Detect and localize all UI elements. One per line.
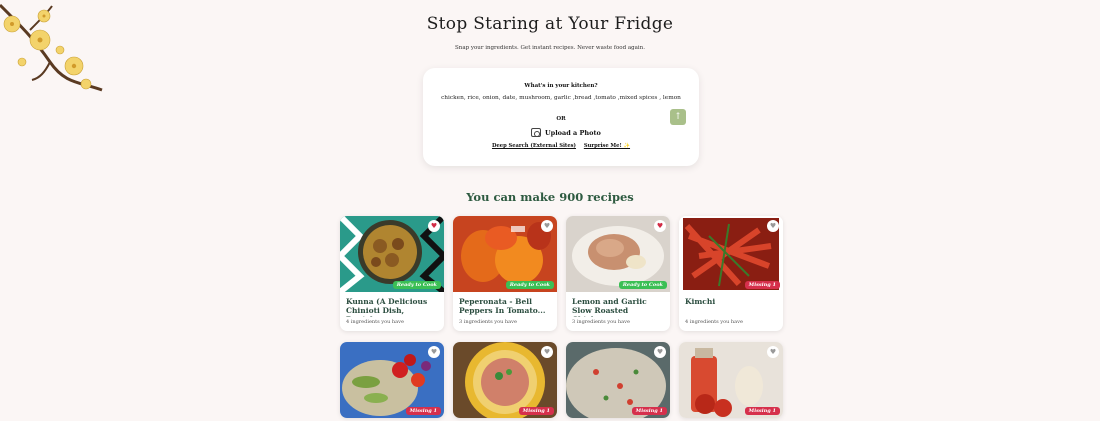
ingredients-have-count: 4 ingredients you have <box>346 319 404 325</box>
favorite-heart-icon[interactable]: ♥ <box>428 220 440 232</box>
recipe-title: Kimchi <box>685 297 716 306</box>
upload-photo-button[interactable]: Upload a Photo <box>531 128 601 137</box>
recipe-card[interactable]: ♥ Missing 1 <box>453 342 557 418</box>
recipe-count-title: You can make 900 recipes <box>466 190 634 204</box>
page-title: Stop Staring at Your Fridge <box>426 14 674 34</box>
or-divider: OR <box>556 116 566 122</box>
page-subtitle: Snap your ingredients. Get instant recip… <box>455 45 645 51</box>
favorite-heart-icon[interactable]: ♥ <box>767 220 779 232</box>
favorite-heart-icon[interactable]: ♥ <box>654 346 666 358</box>
search-links: Deep Search (External Sites) Surprise Me… <box>423 143 699 149</box>
recipe-card[interactable]: ♥ Ready to Cook Lemon and Garlic Slow Ro… <box>566 216 670 331</box>
status-badge: Missing 1 <box>744 281 780 289</box>
kitchen-label: What's in your kitchen? <box>524 83 598 89</box>
recipe-card[interactable]: ♥ Missing 1 <box>679 342 783 418</box>
favorite-heart-icon[interactable]: ♥ <box>541 220 553 232</box>
recipe-image: ♥ Ready to Cook <box>340 216 444 295</box>
recipe-card[interactable]: ♥ Missing 1 Kimchi 4 ingredients you hav… <box>679 216 783 331</box>
recipe-image: ♥ Ready to Cook <box>566 216 670 292</box>
favorite-heart-icon[interactable]: ♥ <box>654 220 666 232</box>
status-badge: Ready to Cook <box>505 281 554 289</box>
camera-icon <box>531 128 541 137</box>
recipe-card[interactable]: ♥ Ready to Cook Kunna (A Delicious Chini… <box>340 216 444 331</box>
recipe-card[interactable]: ♥ Missing 1 <box>340 342 444 418</box>
page-header: Stop Staring at Your Fridge Snap your in… <box>0 14 1100 51</box>
status-badge: Missing 1 <box>631 407 667 415</box>
ingredient-input-panel: What's in your kitchen? chicken, rice, o… <box>423 68 699 166</box>
status-badge: Ready to Cook <box>618 281 667 289</box>
recipe-image: ♥ Missing 1 <box>679 216 783 292</box>
ingredients-have-count: 3 ingredients you have <box>572 319 630 325</box>
recipe-title: Peperonata - Bell Peppers In Tomato... <box>459 297 546 315</box>
ingredients-input[interactable]: chicken, rice, onion, date, mushroom, ga… <box>431 95 691 101</box>
status-badge: Missing 1 <box>744 407 780 415</box>
recipe-card[interactable]: ♥ Missing 1 <box>566 342 670 418</box>
recipe-card[interactable]: ♥ Ready to Cook Peperonata - Bell Pepper… <box>453 216 557 331</box>
recipe-image: ♥ Missing 1 <box>453 342 557 418</box>
recipe-image: ♥ Missing 1 <box>340 342 444 418</box>
status-badge: Ready to Cook <box>392 281 441 289</box>
deep-search-link[interactable]: Deep Search (External Sites) <box>492 143 576 149</box>
recipe-image: ♥ Missing 1 <box>679 342 783 418</box>
favorite-heart-icon[interactable]: ♥ <box>428 346 440 358</box>
ingredients-have-count: 4 ingredients you have <box>685 319 743 325</box>
surprise-me-link[interactable]: Surprise Me! ✨ <box>584 143 630 149</box>
recipe-title: Lemon and Garlic Slow Roasted Chicken <box>572 297 647 317</box>
recipe-image: ♥ Ready to Cook <box>453 216 557 292</box>
upload-photo-label: Upload a Photo <box>545 128 601 137</box>
status-badge: Missing 1 <box>518 407 554 415</box>
recipe-title: Kunna (A Delicious Chinioti Dish, Punjab… <box>346 297 428 317</box>
ingredients-have-count: 3 ingredients you have <box>459 319 517 325</box>
recipe-image: ♥ Missing 1 <box>566 342 670 418</box>
status-badge: Missing 1 <box>405 407 441 415</box>
favorite-heart-icon[interactable]: ♥ <box>767 346 779 358</box>
favorite-heart-icon[interactable]: ♥ <box>541 346 553 358</box>
